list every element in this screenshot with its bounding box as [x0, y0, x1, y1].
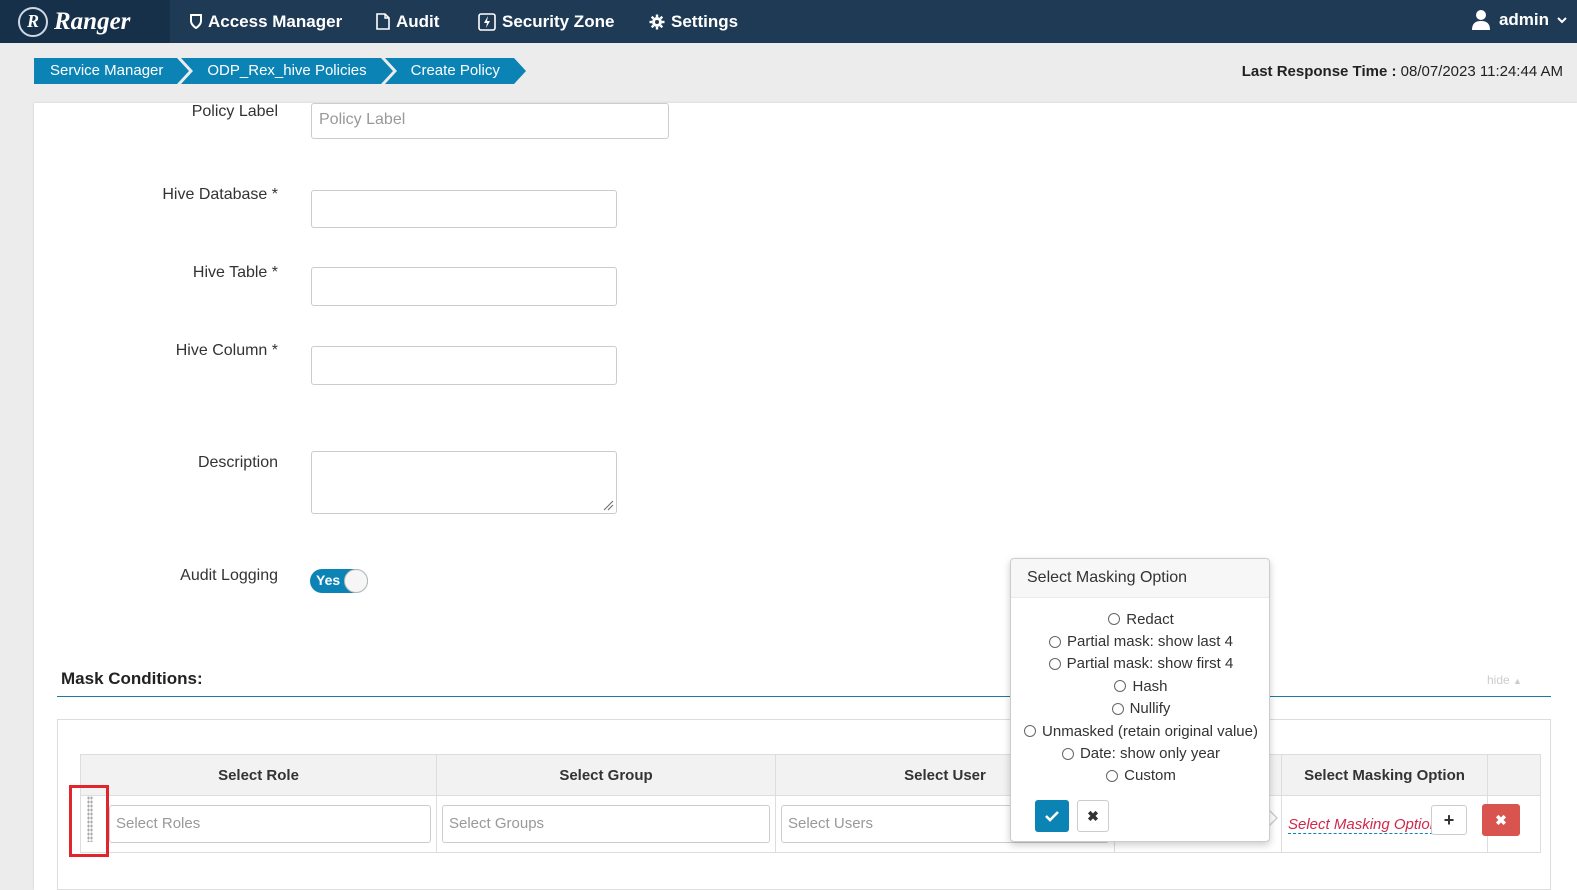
radio-icon[interactable] [1114, 680, 1127, 693]
radio-icon[interactable] [1108, 613, 1121, 626]
masking-option-popover: Select Masking Option Redact Partial mas… [1010, 558, 1270, 842]
delete-condition-button[interactable]: ✖ [1482, 804, 1520, 836]
add-condition-button[interactable]: + [1431, 805, 1467, 835]
mask-conditions-title: Mask Conditions: [61, 669, 203, 688]
hide-link-label: hide [1487, 673, 1510, 687]
option-date-year[interactable]: Date: show only year [1011, 742, 1271, 764]
group-cell: Select Groups [436, 795, 776, 853]
last-response-value: 08/07/2023 11:24:44 AM [1400, 63, 1563, 80]
nav-security-zone-label: Security Zone [502, 11, 615, 31]
select-masking-option-link[interactable]: Select Masking Option [1288, 815, 1439, 834]
resize-handle-icon[interactable] [602, 499, 614, 511]
column-header-masking-option: Select Masking Option [1281, 754, 1488, 796]
nav-access-manager[interactable]: Access Manager [190, 0, 342, 43]
option-label: Custom [1124, 767, 1176, 785]
hive-column-input[interactable] [311, 346, 617, 385]
column-header-actions [1487, 754, 1541, 796]
select-groups-input[interactable]: Select Groups [442, 805, 770, 843]
popover-title: Select Masking Option [1011, 559, 1269, 598]
confirm-button[interactable] [1035, 800, 1069, 832]
option-label: Date: show only year [1079, 745, 1221, 763]
breadcrumb: Service Manager ODP_Rex_hive Policies Cr… [34, 58, 527, 84]
column-header-role: Select Role [80, 754, 437, 796]
policy-form-panel: Policy Label Policy Label Hive Database … [34, 103, 1577, 890]
option-label: Partial mask: show first 4 [1066, 655, 1234, 673]
table-row: Select Roles Select Groups Select Users … [80, 795, 1541, 853]
nav-audit[interactable]: Audit [376, 0, 439, 43]
top-navbar: R Ranger Access Manager Audit Security Z… [0, 0, 1577, 43]
policy-label-label: Policy Label [191, 103, 278, 120]
cancel-button[interactable]: ✖ [1077, 800, 1109, 832]
option-partial-last-4[interactable]: Partial mask: show last 4 [1011, 630, 1271, 652]
toggle-label: Yes [316, 572, 341, 588]
user-icon [1471, 10, 1490, 30]
nav-settings[interactable]: Settings [649, 0, 738, 43]
radio-icon[interactable] [1111, 702, 1124, 715]
option-nullify[interactable]: Nullify [1011, 698, 1271, 720]
breadcrumb-create-policy: Create Policy [384, 58, 527, 84]
hive-database-input[interactable] [311, 190, 617, 228]
user-name: admin [1498, 10, 1549, 29]
shield-icon [190, 14, 202, 29]
select-roles-input[interactable]: Select Roles [109, 805, 431, 843]
ranger-logo-icon: R [18, 6, 48, 37]
lightning-box-icon [478, 12, 496, 31]
mask-conditions-table: Select Role Select Group Select User Sel… [80, 754, 1541, 853]
file-icon [376, 13, 390, 30]
gear-icon [649, 14, 665, 29]
close-icon: ✖ [1495, 811, 1507, 828]
audit-logging-toggle[interactable]: Yes [310, 569, 368, 593]
hive-database-label: Hive Database * [162, 186, 278, 203]
option-hash[interactable]: Hash [1011, 675, 1271, 697]
nav-security-zone[interactable]: Security Zone [478, 0, 614, 43]
radio-icon[interactable] [1061, 747, 1074, 760]
section-divider [57, 696, 1551, 697]
radio-icon[interactable] [1049, 635, 1062, 648]
nav-audit-label: Audit [396, 11, 440, 31]
hive-column-label: Hive Column * [175, 342, 278, 359]
caret-up-icon: ▲ [1513, 676, 1522, 686]
policy-label-input[interactable]: Policy Label [311, 103, 669, 139]
masking-options-list: Redact Partial mask: show last 4 Partial… [1011, 608, 1271, 787]
last-response-label: Last Response Time : [1241, 63, 1397, 80]
option-label: Redact [1126, 610, 1174, 628]
role-cell: Select Roles [80, 795, 437, 853]
close-icon: ✖ [1087, 807, 1099, 824]
chevron-down-icon [1557, 17, 1567, 24]
description-label: Description [197, 454, 278, 471]
option-custom[interactable]: Custom [1011, 765, 1271, 787]
plus-icon: + [1443, 809, 1455, 830]
radio-icon[interactable] [1106, 769, 1119, 782]
breadcrumb-service-manager[interactable]: Service Manager [34, 58, 190, 84]
check-icon [1045, 811, 1059, 822]
audit-logging-label: Audit Logging [180, 567, 278, 584]
last-response-time: Last Response Time : 08/07/2023 11:24:44… [1242, 63, 1563, 80]
hive-table-label: Hive Table * [192, 264, 278, 281]
option-label: Unmasked (retain original value) [1042, 722, 1258, 740]
option-label: Hash [1132, 677, 1168, 695]
highlight-box [69, 785, 109, 857]
option-unmasked[interactable]: Unmasked (retain original value) [1011, 720, 1271, 742]
brand[interactable]: R Ranger [0, 0, 170, 43]
radio-icon[interactable] [1024, 725, 1037, 738]
option-label: Nullify [1129, 700, 1171, 718]
option-redact[interactable]: Redact [1011, 608, 1271, 630]
toggle-knob [344, 569, 368, 593]
description-textarea[interactable] [311, 451, 617, 514]
hive-table-input[interactable] [311, 267, 617, 306]
table-header-row: Select Role Select Group Select User Sel… [80, 754, 1541, 796]
user-menu[interactable]: admin [1471, 0, 1567, 40]
column-header-group: Select Group [436, 754, 776, 796]
option-label: Partial mask: show last 4 [1067, 633, 1233, 651]
nav-access-manager-label: Access Manager [208, 11, 343, 31]
option-partial-first-4[interactable]: Partial mask: show first 4 [1011, 653, 1271, 675]
radio-icon[interactable] [1048, 657, 1061, 670]
breadcrumb-policies[interactable]: ODP_Rex_hive Policies [181, 58, 393, 84]
nav-settings-label: Settings [671, 11, 739, 31]
brand-name: Ranger [54, 7, 131, 35]
hide-link[interactable]: hide ▲ [1487, 673, 1522, 687]
